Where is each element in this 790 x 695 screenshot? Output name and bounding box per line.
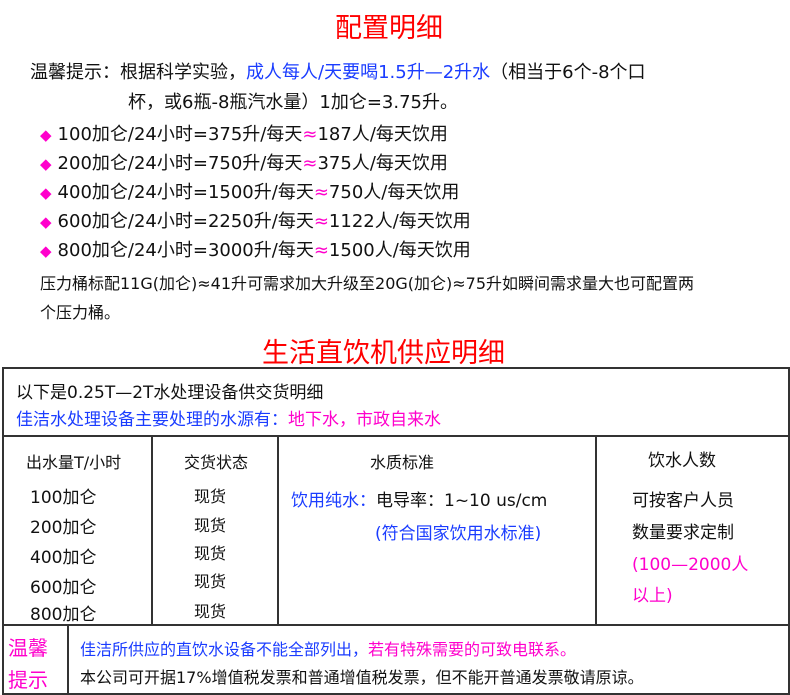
bullet-item: ◆ 600加仑/24小时=2250升/每天≈1122人/每天饮用 [40, 211, 471, 232]
header-people: 饮水人数 [648, 451, 716, 471]
diamond-icon: ◆ [40, 184, 52, 202]
quality-type: 饮用纯水： [291, 491, 376, 511]
tip-line-2: 杯，或6瓶-8瓶汽水量）1加仑=3.75升。 [128, 92, 459, 113]
tip-highlight: 成人每人/天要喝1.5升—2升水 [246, 62, 491, 83]
pressure-note-line-1: 压力桶标配11G(加仑)≈41升可需求加大升级至20G(加仑)≈75升如瞬间需求… [40, 274, 695, 293]
people-line-2: 数量要求定制 [632, 523, 734, 543]
divider [277, 435, 279, 625]
water-source-label: 佳洁水处理设备主要处理的水源有： [16, 410, 288, 430]
divider [67, 624, 69, 695]
bullet-item: ◆ 100加仑/24小时=375升/每天≈187人/每天饮用 [40, 124, 448, 145]
delivery-cell: 现货 [194, 487, 227, 506]
footer-note: 佳洁所供应的直饮水设备不能全部列出，若有特殊需要的可致电联系。 [80, 636, 576, 660]
footer-label-1: 温馨 [8, 636, 48, 660]
table-intro: 以下是0.25T—2T水处理设备供交货明细 [16, 383, 324, 403]
delivery-cell: 现货 [194, 602, 227, 621]
divider [2, 624, 790, 626]
delivery-cell: 现货 [194, 572, 227, 591]
tip-line-1: 温馨提示：根据科学实验，成人每人/天要喝1.5升—2升水（相当于6个-8个口 [30, 58, 646, 84]
water-source-value: 地下水，市政自来水 [288, 410, 441, 430]
output-cell: 600加仑 [30, 578, 97, 598]
footer-invoice: 本公司可开据17%增值税发票和普通增值税发票，但不能开普通发票敬请原谅。 [80, 668, 644, 687]
page-title: 配置明细 [335, 13, 443, 44]
output-cell: 800加仑 [30, 605, 97, 625]
delivery-cell: 现货 [194, 516, 227, 535]
people-range-2: 以上) [632, 586, 673, 606]
header-quality: 水质标准 [370, 453, 435, 472]
delivery-cell: 现货 [194, 544, 227, 563]
pressure-note-line-2: 个压力桶。 [40, 303, 121, 322]
header-delivery: 交货状态 [184, 453, 249, 472]
tip-text: 根据科学实验， [120, 62, 246, 83]
diamond-icon: ◆ [40, 213, 52, 231]
divider [2, 435, 790, 437]
people-range-1: (100—2000人 [632, 555, 749, 575]
quality-conductivity: 饮用纯水：电导率：1~10 us/cm [291, 486, 547, 511]
conductivity-value: 电导率：1~10 us/cm [376, 491, 548, 511]
people-line-1: 可按客户人员 [632, 491, 734, 511]
quality-standard: (符合国家饮用水标准) [375, 524, 542, 544]
footer-note-blue: 佳洁所供应的直饮水设备不能全部列出， [80, 640, 369, 659]
footer-label-2: 提示 [8, 668, 48, 692]
diamond-icon: ◆ [40, 242, 52, 260]
output-cell: 100加仑 [30, 488, 97, 508]
output-cell: 200加仑 [30, 518, 97, 538]
bullet-item: ◆ 400加仑/24小时=1500升/每天≈750人/每天饮用 [40, 182, 460, 203]
bullet-item: ◆ 800加仑/24小时=3000升/每天≈1500人/每天饮用 [40, 240, 471, 261]
header-output: 出水量T/小时 [26, 453, 122, 472]
tip-text-2: （相当于6个-8个口 [490, 62, 646, 83]
supply-title: 生活直饮机供应明细 [262, 338, 505, 369]
bullet-item: ◆ 200加仑/24小时=750升/每天≈375人/每天饮用 [40, 153, 448, 174]
divider [151, 435, 153, 625]
water-source: 佳洁水处理设备主要处理的水源有：地下水，市政自来水 [16, 405, 441, 430]
footer-note-magenta: 若有特殊需要的可致电联系。 [368, 640, 577, 659]
diamond-icon: ◆ [40, 155, 52, 173]
output-cell: 400加仑 [30, 548, 97, 568]
divider [595, 435, 597, 625]
diamond-icon: ◆ [40, 126, 52, 144]
tip-label: 温馨提示： [30, 62, 120, 83]
